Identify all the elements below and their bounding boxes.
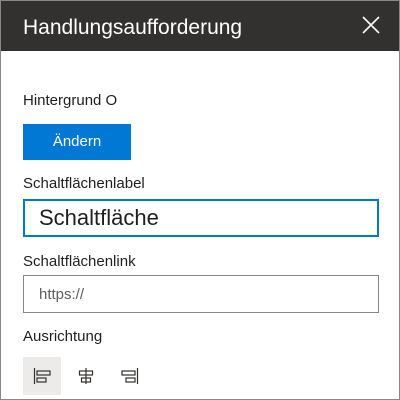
panel-header: Handlungsaufforderung [1, 1, 399, 51]
align-center-icon [78, 368, 94, 384]
align-right-icon [121, 368, 139, 384]
change-background-button[interactable]: Ändern [23, 124, 131, 160]
alignment-options [23, 357, 155, 395]
align-left-button[interactable] [23, 357, 61, 395]
alignment-label: Ausrichtung [23, 328, 103, 345]
close-button[interactable] [357, 11, 385, 39]
background-label: Hintergrund O [23, 92, 118, 109]
button-link-input[interactable] [23, 275, 379, 313]
button-label-input[interactable] [23, 199, 379, 237]
close-icon [362, 16, 380, 34]
align-right-button[interactable] [111, 357, 149, 395]
call-to-action-panel: Handlungsaufforderung Hintergrund O Ände… [0, 0, 400, 400]
panel-title: Handlungsaufforderung [23, 16, 243, 39]
align-center-button[interactable] [67, 357, 105, 395]
button-link-heading: Schaltflächenlink [23, 253, 136, 270]
align-left-icon [33, 368, 51, 384]
button-label-heading: Schaltflächenlabel [23, 175, 145, 192]
